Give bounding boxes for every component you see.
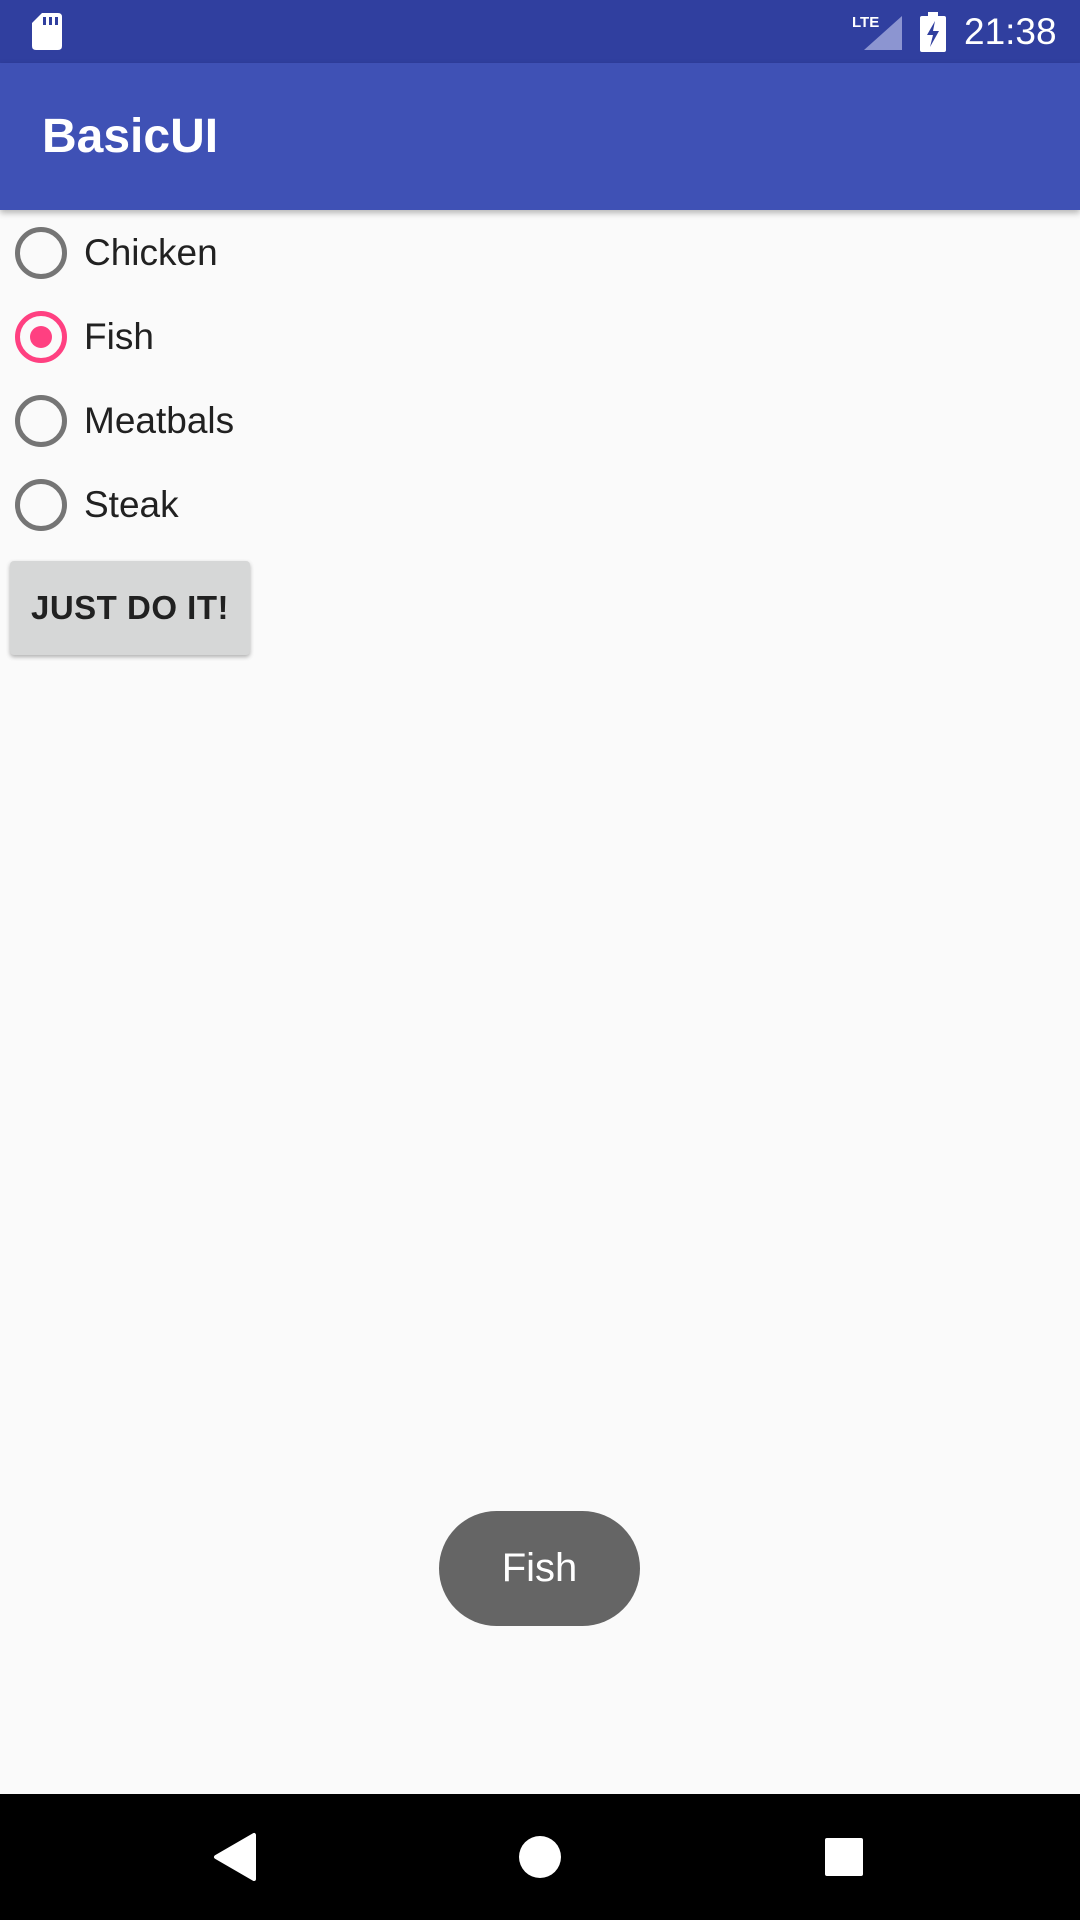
radio-button-icon[interactable]: [15, 479, 67, 531]
lte-label: LTE: [852, 14, 879, 31]
recent-apps-icon[interactable]: [814, 1827, 874, 1887]
status-clock: 21:38: [964, 11, 1057, 52]
screen: LTE 21:38 BasicUI Chicken Fish Meatbals …: [0, 0, 1080, 1920]
radio-label: Meatbals: [84, 400, 235, 441]
sd-card-icon: [32, 13, 62, 50]
status-bar: LTE 21:38: [0, 0, 1080, 63]
radio-button-icon[interactable]: [15, 227, 67, 279]
toast-message: Fish: [439, 1511, 640, 1626]
radio-option-meatbals[interactable]: Meatbals: [0, 378, 300, 462]
radio-label: Fish: [84, 316, 154, 357]
back-icon[interactable]: [206, 1827, 266, 1887]
radio-dot-icon: [30, 326, 52, 348]
just-do-it-button[interactable]: JUST DO IT!: [10, 561, 250, 655]
radio-option-steak[interactable]: Steak: [0, 462, 300, 546]
radio-option-chicken[interactable]: Chicken: [0, 210, 300, 294]
radio-option-fish[interactable]: Fish: [0, 294, 300, 378]
navigation-bar: [0, 1794, 1080, 1920]
lte-signal-icon: LTE: [852, 14, 902, 50]
app-title: BasicUI: [42, 110, 219, 163]
radio-label: Chicken: [84, 232, 218, 273]
radio-button-icon[interactable]: [15, 395, 67, 447]
battery-charging-icon: [920, 12, 946, 52]
radio-label: Steak: [84, 484, 179, 525]
radio-button-icon[interactable]: [15, 311, 67, 363]
home-icon[interactable]: [510, 1827, 570, 1887]
app-bar: BasicUI: [0, 63, 1080, 210]
